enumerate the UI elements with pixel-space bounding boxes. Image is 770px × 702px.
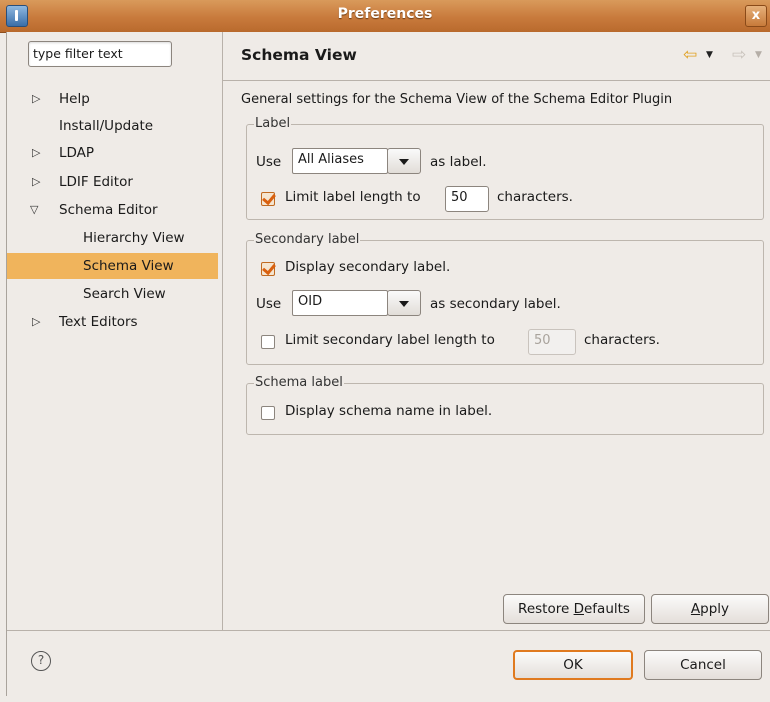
collapse-arrow-icon[interactable]: ▽ bbox=[30, 197, 40, 223]
tree-item-ldif-editor[interactable]: ▷ LDIF Editor bbox=[7, 169, 218, 195]
expand-arrow-icon[interactable]: ▷ bbox=[32, 169, 42, 195]
limit-label-text: Limit label length to bbox=[285, 189, 421, 205]
page-description: General settings for the Schema View of … bbox=[241, 92, 673, 107]
use-suffix: as secondary label. bbox=[430, 296, 561, 312]
close-button[interactable]: x bbox=[745, 5, 767, 27]
apply-label-post: pply bbox=[700, 601, 730, 617]
dropdown-arrow-icon[interactable] bbox=[387, 290, 421, 316]
tree-item-label: Help bbox=[59, 91, 90, 107]
characters-label: characters. bbox=[584, 332, 660, 348]
header-separator bbox=[223, 80, 770, 81]
tree-item-install-update[interactable]: Install/Update bbox=[7, 113, 218, 139]
restore-label-pre: Restore bbox=[518, 601, 574, 617]
tree-item-text-editors[interactable]: ▷ Text Editors bbox=[7, 309, 218, 335]
back-arrow-icon[interactable]: ⇦ bbox=[683, 46, 697, 64]
display-secondary-checkbox[interactable] bbox=[261, 262, 275, 276]
use-label: Use bbox=[256, 296, 282, 312]
restore-defaults-button[interactable]: Restore Defaults bbox=[503, 594, 645, 624]
help-icon[interactable]: ? bbox=[31, 651, 51, 671]
limit-secondary-input[interactable]: 50 bbox=[528, 329, 576, 355]
forward-dropdown-icon: ▼ bbox=[755, 50, 762, 60]
secondary-combo-value[interactable]: OID bbox=[292, 290, 388, 316]
window-title: Preferences bbox=[337, 6, 433, 22]
filter-input[interactable]: type filter text bbox=[28, 41, 172, 67]
label-combo[interactable]: All Aliases bbox=[292, 148, 421, 174]
group-title: Schema label bbox=[254, 375, 344, 390]
tree-item-hierarchy-view[interactable]: Hierarchy View bbox=[7, 225, 218, 251]
use-suffix: as label. bbox=[430, 154, 487, 170]
use-label: Use bbox=[256, 154, 282, 170]
limit-secondary-checkbox[interactable] bbox=[261, 335, 275, 349]
tree-item-schema-editor[interactable]: ▽ Schema Editor bbox=[7, 197, 218, 223]
forward-arrow-icon: ⇨ bbox=[732, 45, 747, 65]
tree-item-label: LDIF Editor bbox=[59, 174, 133, 190]
expand-arrow-icon[interactable]: ▷ bbox=[32, 140, 42, 166]
dropdown-arrow-icon[interactable] bbox=[387, 148, 421, 174]
group-title: Label bbox=[254, 116, 292, 131]
display-schema-text: Display schema name in label. bbox=[285, 403, 493, 419]
display-secondary-text: Display secondary label. bbox=[285, 259, 451, 275]
apply-button[interactable]: Apply bbox=[651, 594, 769, 624]
page-title: Schema View bbox=[241, 46, 357, 64]
tree-item-label: LDAP bbox=[59, 145, 95, 161]
limit-length-input[interactable]: 50 bbox=[445, 186, 489, 212]
apply-mnemonic: A bbox=[690, 601, 701, 617]
tree-item-search-view[interactable]: Search View bbox=[7, 281, 218, 307]
limit-label-checkbox[interactable] bbox=[261, 192, 275, 206]
ok-button[interactable]: OK bbox=[513, 650, 633, 680]
back-dropdown-icon[interactable]: ▼ bbox=[706, 50, 713, 60]
label-combo-value[interactable]: All Aliases bbox=[292, 148, 388, 174]
expand-arrow-icon[interactable]: ▷ bbox=[32, 309, 42, 335]
expand-arrow-icon[interactable]: ▷ bbox=[32, 86, 42, 112]
restore-mnemonic: D bbox=[573, 601, 584, 617]
tree-item-label: Install/Update bbox=[59, 118, 154, 134]
restore-label-post: efaults bbox=[583, 601, 630, 617]
characters-label: characters. bbox=[497, 189, 573, 205]
tree-item-ldap[interactable]: ▷ LDAP bbox=[7, 140, 218, 166]
tree-item-label: Hierarchy View bbox=[83, 230, 185, 246]
group-title: Secondary label bbox=[254, 232, 361, 247]
tree-item-label: Schema Editor bbox=[59, 202, 158, 218]
secondary-combo[interactable]: OID bbox=[292, 290, 421, 316]
tree-item-schema-view[interactable]: Schema View bbox=[7, 253, 218, 279]
limit-secondary-text: Limit secondary label length to bbox=[285, 332, 495, 348]
tree-item-label: Text Editors bbox=[59, 314, 138, 330]
tree-item-help[interactable]: ▷ Help bbox=[7, 86, 218, 112]
tree-item-label: Search View bbox=[83, 286, 166, 302]
tree-item-label: Schema View bbox=[83, 258, 174, 274]
cancel-button[interactable]: Cancel bbox=[644, 650, 762, 680]
bottom-separator bbox=[7, 630, 770, 631]
display-schema-checkbox[interactable] bbox=[261, 406, 275, 420]
